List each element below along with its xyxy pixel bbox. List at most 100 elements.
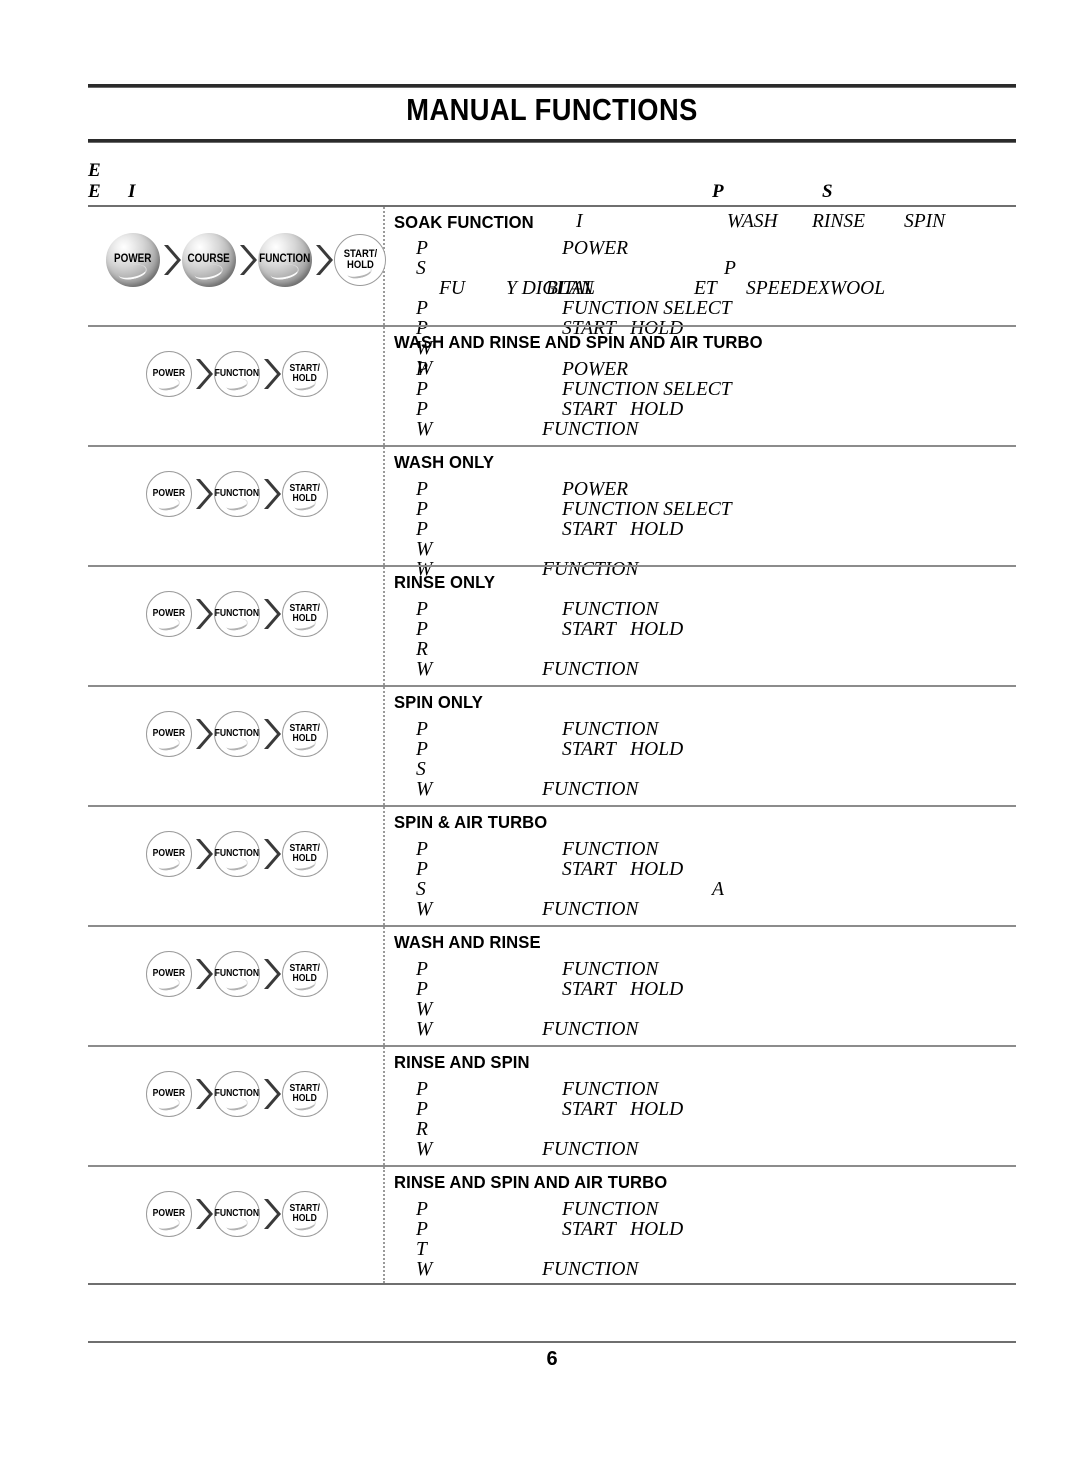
button-start-hold[interactable]: START/ HOLD xyxy=(282,831,328,877)
button-start-hold[interactable]: START/ HOLD xyxy=(334,234,386,286)
step-value: START HOLD xyxy=(562,1099,684,1120)
button-start-hold-label: START/ HOLD xyxy=(289,842,321,864)
step-key: W xyxy=(416,1259,433,1280)
section-title: SPIN & AIR TURBO xyxy=(394,812,548,832)
button-function[interactable]: FUNCTION xyxy=(214,351,260,397)
button-start-hold-label: START/ HOLD xyxy=(289,722,321,744)
button-function-label: FUNCTION xyxy=(214,487,260,499)
button-power[interactable]: POWER xyxy=(146,831,192,877)
chevron-right-icon xyxy=(261,717,281,751)
instruction-cell: SOAK FUNCTION I WASH RINSE SPIN P POWER S P FU Y D… xyxy=(385,207,1016,379)
section-title: SPIN ONLY xyxy=(394,692,483,712)
button-function-label: FUNCTION xyxy=(214,967,260,979)
button-function[interactable]: FUNCTION xyxy=(214,951,260,997)
button-start-hold[interactable]: START/ HOLD xyxy=(282,951,328,997)
button-function[interactable]: FUNCTION xyxy=(214,831,260,877)
step-value: FUNCTION xyxy=(562,959,659,980)
button-start-hold[interactable]: START/ HOLD xyxy=(282,1071,328,1117)
button-start-hold[interactable]: START/ HOLD xyxy=(282,1191,328,1237)
step-value: FUNCTION xyxy=(542,779,639,800)
chevron-right-icon xyxy=(193,1077,213,1111)
course-option-fragment: FU xyxy=(439,278,465,299)
button-start-hold[interactable]: START/ HOLD xyxy=(282,591,328,637)
step-key: P xyxy=(416,1079,428,1100)
button-function[interactable]: FUNCTION xyxy=(214,1071,260,1117)
button-power-label: POWER xyxy=(152,607,186,619)
button-start-hold-label: START/ HOLD xyxy=(289,602,321,624)
step-key: P xyxy=(416,519,428,540)
chevron-right-icon xyxy=(193,597,213,631)
button-function-label: FUNCTION xyxy=(214,847,260,859)
step-key: P xyxy=(416,839,428,860)
button-start-hold[interactable]: START/ HOLD xyxy=(282,351,328,397)
button-flow-wash-only: POWER FUNCTION START/ HOLD xyxy=(146,471,328,517)
footer-rule xyxy=(88,1341,1016,1343)
chevron-right-icon xyxy=(193,477,213,511)
button-function[interactable]: FUNCTION xyxy=(214,711,260,757)
step-key: R xyxy=(416,1119,428,1140)
soak-title-right-word: RINSE xyxy=(812,211,866,232)
button-course[interactable]: COURSE xyxy=(182,233,236,287)
course-option-fragment: BLAN xyxy=(546,278,594,299)
step-value: START HOLD xyxy=(562,1219,684,1240)
button-function[interactable]: FUNCTION xyxy=(214,471,260,517)
chevron-right-icon xyxy=(261,1077,281,1111)
button-start-hold-label: START/ HOLD xyxy=(343,247,377,271)
button-start-hold[interactable]: START/ HOLD xyxy=(282,471,328,517)
button-function[interactable]: FUNCTION xyxy=(214,1191,260,1237)
step-key: W xyxy=(416,999,433,1020)
button-power-label: POWER xyxy=(152,967,186,979)
button-function[interactable]: FUNCTION xyxy=(258,233,312,287)
step-key: W xyxy=(416,1019,433,1040)
instruction-cell: WASH AND RINSE AND SPIN AND AIR TURBO P PO… xyxy=(385,327,1016,445)
chevron-right-icon xyxy=(193,1197,213,1231)
step-key: S xyxy=(416,759,426,780)
button-flow-wash-and-rinse: POWER FUNCTION START/ HOLD xyxy=(146,951,328,997)
button-power[interactable]: POWER xyxy=(146,1191,192,1237)
manual-page: MANUAL FUNCTIONS E E I P S POWER COURSE FU… xyxy=(0,0,1080,1472)
soak-title-right-word: SPIN xyxy=(904,211,946,232)
step-key: P xyxy=(416,499,428,520)
step-value: FUNCTION SELECT xyxy=(562,499,732,520)
table-row: POWER FUNCTION START/ HOLD WASH ONLY P POWER P… xyxy=(88,445,1016,580)
step-key: W xyxy=(416,659,433,680)
button-function-label: FUNCTION xyxy=(214,607,260,619)
step-value: FUNCTION SELECT xyxy=(562,298,732,319)
course-option-fragment: SPEED xyxy=(746,278,806,299)
step-key: W xyxy=(416,1139,433,1160)
button-power[interactable]: POWER xyxy=(146,591,192,637)
step-key: P xyxy=(416,399,428,420)
button-power[interactable]: POWER xyxy=(146,471,192,517)
step-key: P xyxy=(416,619,428,640)
table-row: POWER FUNCTION START/ HOLD SPIN ONLY P FUNCTI… xyxy=(88,685,1016,805)
step-far-fragment: A xyxy=(712,879,724,900)
step-value: START HOLD xyxy=(562,739,684,760)
step-key: W xyxy=(416,539,433,560)
button-power-label: POWER xyxy=(152,727,186,739)
step-key: P xyxy=(416,238,428,259)
button-power[interactable]: POWER xyxy=(146,951,192,997)
instruction-cell: WASH AND RINSE P FUNCTION P START HOLD W W FUNC… xyxy=(385,927,1016,1045)
table-row: POWER FUNCTION START/ HOLD RINSE ONLY P FUNCT… xyxy=(88,565,1016,685)
step-value: FUNCTION xyxy=(542,659,639,680)
button-start-hold-label: START/ HOLD xyxy=(289,482,321,504)
button-power[interactable]: POWER xyxy=(106,233,160,287)
page-number: 6 xyxy=(546,1348,558,1370)
step-value: FUNCTION xyxy=(562,1079,659,1100)
chevron-right-icon xyxy=(193,837,213,871)
header-fragment-right-s: S xyxy=(822,181,833,202)
button-power[interactable]: POWER xyxy=(146,1071,192,1117)
step-key: P xyxy=(416,298,428,319)
button-power-label: POWER xyxy=(152,487,186,499)
button-power[interactable]: POWER xyxy=(146,711,192,757)
instruction-cell: SPIN & AIR TURBO P FUNCTION P START HOLD S A W F… xyxy=(385,807,1016,925)
step-key: P xyxy=(416,739,428,760)
button-sequence-cell: POWER FUNCTION START/ HOLD xyxy=(88,327,385,445)
button-sequence-cell: POWER FUNCTION START/ HOLD xyxy=(88,567,385,685)
button-function[interactable]: FUNCTION xyxy=(214,591,260,637)
button-function-label: FUNCTION xyxy=(214,727,260,739)
button-start-hold[interactable]: START/ HOLD xyxy=(282,711,328,757)
button-power[interactable]: POWER xyxy=(146,351,192,397)
header-fragment-line2-a: E xyxy=(88,181,101,202)
table-row: POWER FUNCTION START/ HOLD RINSE AND SPIN A… xyxy=(88,1165,1016,1285)
